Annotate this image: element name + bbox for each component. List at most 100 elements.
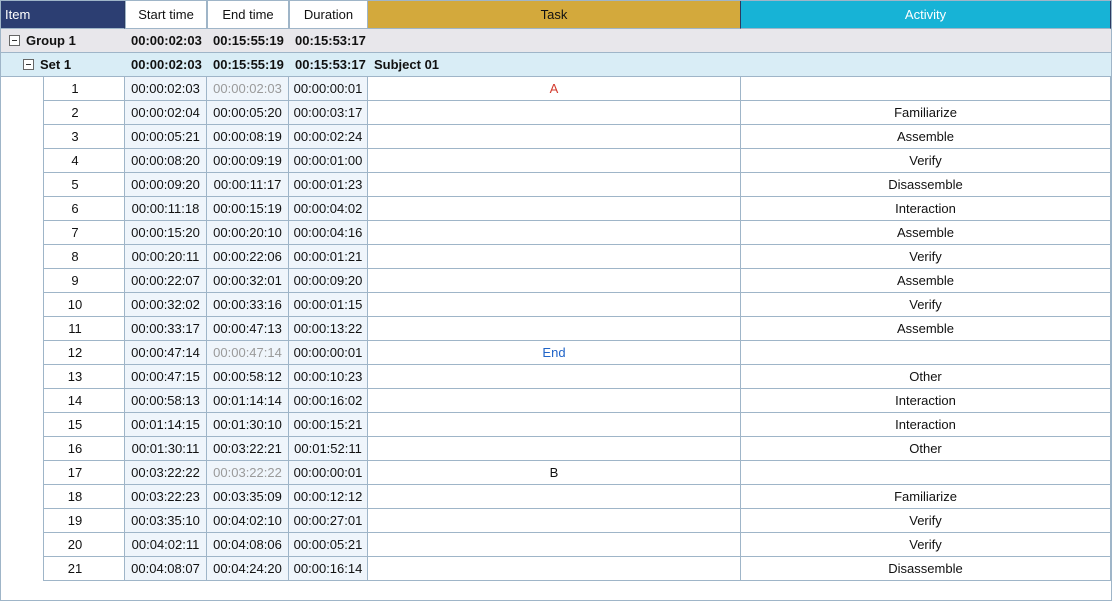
row-activity[interactable]: Verify: [741, 509, 1111, 533]
row-activity[interactable]: [741, 341, 1111, 365]
row-end[interactable]: 00:04:24:20: [207, 557, 289, 581]
row-task[interactable]: [368, 389, 741, 413]
row-start[interactable]: 00:04:08:07: [125, 557, 207, 581]
col-header-duration[interactable]: Duration: [289, 1, 368, 29]
row-activity[interactable]: Assemble: [741, 221, 1111, 245]
row-start[interactable]: 00:00:15:20: [125, 221, 207, 245]
row-activity[interactable]: Assemble: [741, 125, 1111, 149]
row-task[interactable]: [368, 173, 741, 197]
row-end[interactable]: 00:00:11:17: [207, 173, 289, 197]
row-start[interactable]: 00:00:20:11: [125, 245, 207, 269]
row-activity[interactable]: Interaction: [741, 197, 1111, 221]
row-item[interactable]: 19: [43, 509, 125, 533]
row-item[interactable]: 16: [43, 437, 125, 461]
row-activity[interactable]: Assemble: [741, 269, 1111, 293]
row-activity[interactable]: Assemble: [741, 317, 1111, 341]
row-item[interactable]: 9: [43, 269, 125, 293]
row-start[interactable]: 00:00:58:13: [125, 389, 207, 413]
row-end[interactable]: 00:00:47:13: [207, 317, 289, 341]
row-start[interactable]: 00:00:05:21: [125, 125, 207, 149]
row-item[interactable]: 17: [43, 461, 125, 485]
row-end[interactable]: 00:00:33:16: [207, 293, 289, 317]
row-activity[interactable]: Verify: [741, 149, 1111, 173]
row-item[interactable]: 6: [43, 197, 125, 221]
row-task[interactable]: [368, 221, 741, 245]
row-duration[interactable]: 00:00:01:15: [289, 293, 368, 317]
row-start[interactable]: 00:03:35:10: [125, 509, 207, 533]
row-duration[interactable]: 00:00:12:12: [289, 485, 368, 509]
row-activity[interactable]: Interaction: [741, 389, 1111, 413]
row-duration[interactable]: 00:00:00:01: [289, 461, 368, 485]
row-item[interactable]: 7: [43, 221, 125, 245]
row-duration[interactable]: 00:00:27:01: [289, 509, 368, 533]
row-item[interactable]: 12: [43, 341, 125, 365]
col-header-end[interactable]: End time: [207, 1, 289, 29]
row-item[interactable]: 18: [43, 485, 125, 509]
row-task[interactable]: A: [368, 77, 741, 101]
row-item[interactable]: 20: [43, 533, 125, 557]
row-end[interactable]: 00:00:02:03: [207, 77, 289, 101]
row-duration[interactable]: 00:01:52:11: [289, 437, 368, 461]
row-duration[interactable]: 00:00:03:17: [289, 101, 368, 125]
col-header-task[interactable]: Task: [368, 1, 741, 29]
row-end[interactable]: 00:03:22:21: [207, 437, 289, 461]
row-task[interactable]: [368, 317, 741, 341]
row-task[interactable]: [368, 413, 741, 437]
row-activity[interactable]: Familiarize: [741, 101, 1111, 125]
col-header-start[interactable]: Start time: [125, 1, 207, 29]
row-item[interactable]: 11: [43, 317, 125, 341]
row-task[interactable]: End: [368, 341, 741, 365]
row-duration[interactable]: 00:00:16:14: [289, 557, 368, 581]
row-start[interactable]: 00:00:11:18: [125, 197, 207, 221]
row-end[interactable]: 00:00:58:12: [207, 365, 289, 389]
row-item[interactable]: 21: [43, 557, 125, 581]
row-activity[interactable]: [741, 461, 1111, 485]
row-activity[interactable]: Disassemble: [741, 557, 1111, 581]
row-task[interactable]: [368, 245, 741, 269]
row-task[interactable]: [368, 437, 741, 461]
row-task[interactable]: [368, 365, 741, 389]
row-activity[interactable]: Interaction: [741, 413, 1111, 437]
row-duration[interactable]: 00:00:02:24: [289, 125, 368, 149]
row-duration[interactable]: 00:00:09:20: [289, 269, 368, 293]
row-task[interactable]: [368, 533, 741, 557]
row-task[interactable]: B: [368, 461, 741, 485]
row-end[interactable]: 00:01:30:10: [207, 413, 289, 437]
row-item[interactable]: 2: [43, 101, 125, 125]
row-end[interactable]: 00:01:14:14: [207, 389, 289, 413]
row-duration[interactable]: 00:00:01:21: [289, 245, 368, 269]
row-start[interactable]: 00:03:22:23: [125, 485, 207, 509]
row-duration[interactable]: 00:00:15:21: [289, 413, 368, 437]
row-item[interactable]: 10: [43, 293, 125, 317]
row-item[interactable]: 8: [43, 245, 125, 269]
row-end[interactable]: 00:00:22:06: [207, 245, 289, 269]
row-activity[interactable]: Other: [741, 437, 1111, 461]
row-item[interactable]: 14: [43, 389, 125, 413]
collapse-icon[interactable]: [23, 59, 34, 70]
row-item[interactable]: 4: [43, 149, 125, 173]
row-duration[interactable]: 00:00:10:23: [289, 365, 368, 389]
row-end[interactable]: 00:00:47:14: [207, 341, 289, 365]
row-start[interactable]: 00:00:02:03: [125, 77, 207, 101]
row-end[interactable]: 00:00:32:01: [207, 269, 289, 293]
row-activity[interactable]: Verify: [741, 293, 1111, 317]
row-start[interactable]: 00:03:22:22: [125, 461, 207, 485]
row-start[interactable]: 00:00:47:15: [125, 365, 207, 389]
row-task[interactable]: [368, 293, 741, 317]
row-activity[interactable]: Other: [741, 365, 1111, 389]
row-end[interactable]: 00:00:05:20: [207, 101, 289, 125]
row-task[interactable]: [368, 269, 741, 293]
row-item[interactable]: 5: [43, 173, 125, 197]
row-end[interactable]: 00:04:02:10: [207, 509, 289, 533]
row-start[interactable]: 00:01:30:11: [125, 437, 207, 461]
row-duration[interactable]: 00:00:05:21: [289, 533, 368, 557]
row-duration[interactable]: 00:00:04:16: [289, 221, 368, 245]
row-end[interactable]: 00:00:08:19: [207, 125, 289, 149]
row-task[interactable]: [368, 509, 741, 533]
row-task[interactable]: [368, 101, 741, 125]
collapse-icon[interactable]: [9, 35, 20, 46]
row-start[interactable]: 00:01:14:15: [125, 413, 207, 437]
row-start[interactable]: 00:00:02:04: [125, 101, 207, 125]
col-header-item[interactable]: Item: [1, 1, 125, 29]
row-task[interactable]: [368, 557, 741, 581]
